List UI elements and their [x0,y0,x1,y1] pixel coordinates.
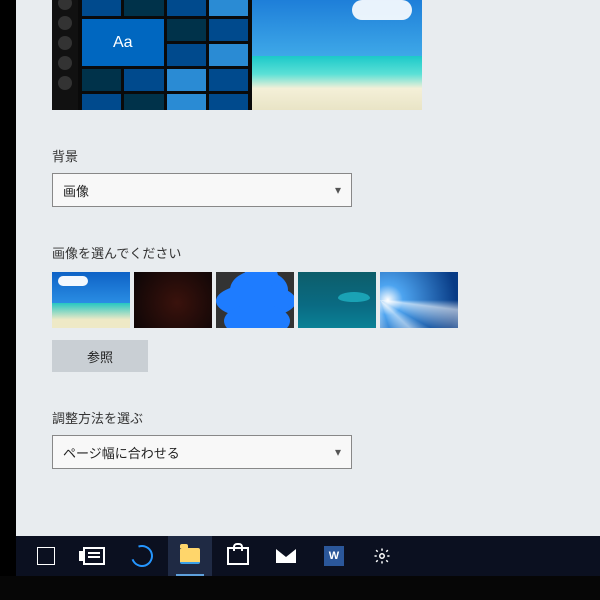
edge-icon [127,541,156,570]
start-button[interactable] [24,536,68,576]
task-view-icon [83,547,105,565]
word-icon: W [324,546,344,566]
personalization-preview: Aa [52,0,472,110]
preview-tile-aa: Aa [82,19,164,66]
preview-wallpaper [252,0,422,110]
browse-button[interactable]: 参照 [52,340,148,372]
background-label: 背景 [52,146,472,165]
settings-window: Aa 背景 画像 ▾ 画像を選んでください [16,0,600,560]
task-view-button[interactable] [72,536,116,576]
background-dropdown-value: 画像 [63,181,89,200]
taskbar: W [16,536,600,576]
settings-button[interactable] [360,536,404,576]
choose-image-label: 画像を選んでください [52,243,472,262]
wallpaper-thumb-3[interactable] [216,272,294,328]
monitor-bezel [0,576,600,600]
mail-button[interactable] [264,536,308,576]
settings-content: Aa 背景 画像 ▾ 画像を選んでください [52,0,472,469]
wallpaper-thumb-1[interactable] [52,272,130,328]
fit-dropdown-value: ページ幅に合わせる [63,443,180,462]
wallpaper-thumb-5[interactable] [380,272,458,328]
image-thumbnails [52,272,472,328]
folder-icon [180,548,200,564]
background-dropdown[interactable]: 画像 ▾ [52,173,352,207]
wallpaper-thumb-2[interactable] [134,272,212,328]
store-button[interactable] [216,536,260,576]
wallpaper-thumb-4[interactable] [298,272,376,328]
explorer-button[interactable] [168,536,212,576]
gear-icon [373,547,391,565]
mail-icon [276,549,296,563]
chevron-down-icon: ▾ [335,183,341,197]
preview-start-menu: Aa [52,0,252,110]
fit-label: 調整方法を選ぶ [52,408,472,427]
windows-icon [37,547,55,565]
store-icon [227,547,249,565]
redaction-overlay [216,272,294,328]
fit-dropdown[interactable]: ページ幅に合わせる ▾ [52,435,352,469]
chevron-down-icon: ▾ [335,445,341,459]
word-button[interactable]: W [312,536,356,576]
edge-button[interactable] [120,536,164,576]
